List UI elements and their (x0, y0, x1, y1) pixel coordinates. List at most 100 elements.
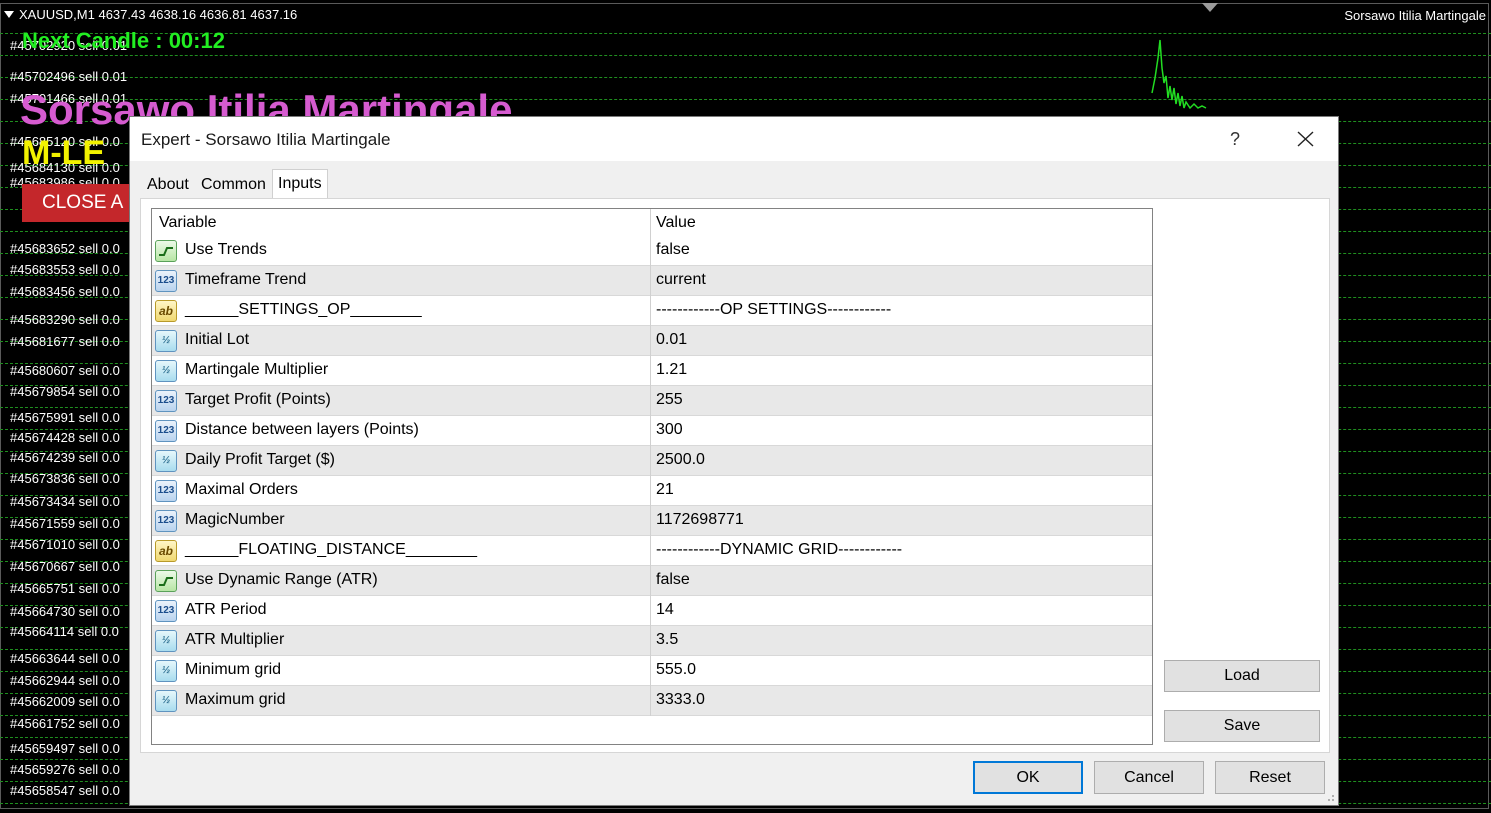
tab-about[interactable]: About (142, 171, 194, 198)
double-type-icon: ½ (155, 690, 177, 712)
resize-grip-icon[interactable] (1325, 792, 1335, 802)
order-label: #45680607 sell 0.0 (10, 363, 120, 378)
input-value[interactable]: ------------DYNAMIC GRID------------ (656, 541, 902, 559)
input-variable-name: Maximum grid (185, 691, 286, 708)
input-row[interactable]: ½ Maximum grid 3333.0 (152, 686, 1152, 716)
double-type-icon: ½ (155, 630, 177, 652)
input-value[interactable]: 14 (656, 601, 674, 619)
help-button[interactable]: ? (1220, 127, 1250, 151)
input-variable-name: Use Trends (185, 241, 267, 258)
order-label: #45659276 sell 0.0 (10, 762, 120, 777)
input-value[interactable]: 3.5 (656, 631, 678, 649)
order-label: #45683553 sell 0.0 (10, 262, 120, 277)
input-variable-name: ATR Multiplier (185, 631, 285, 648)
order-label: #45683652 sell 0.0 (10, 241, 120, 256)
expert-properties-dialog: Expert - Sorsawo Itilia Martingale ? Abo… (129, 116, 1339, 806)
input-variable-name: MagicNumber (185, 511, 285, 528)
integer-type-icon: 123 (155, 480, 177, 502)
input-value[interactable]: 0.01 (656, 331, 687, 349)
order-label: #45674428 sell 0.0 (10, 430, 120, 445)
input-variable-name: Distance between layers (Points) (185, 421, 419, 438)
close-icon[interactable] (1290, 125, 1320, 153)
integer-type-icon: 123 (155, 510, 177, 532)
order-label: #45671559 sell 0.0 (10, 516, 120, 531)
input-row[interactable]: 123 Distance between layers (Points) 300 (152, 416, 1152, 446)
input-variable-name: ATR Period (185, 601, 267, 618)
integer-type-icon: 123 (155, 600, 177, 622)
bool-type-icon (155, 570, 177, 592)
cancel-button[interactable]: Cancel (1094, 761, 1204, 794)
input-row[interactable]: Use Trends false (152, 236, 1152, 266)
input-variable-name: Initial Lot (185, 331, 250, 348)
order-label: #45683290 sell 0.0 (10, 312, 120, 327)
input-value[interactable]: ------------OP SETTINGS------------ (656, 301, 891, 319)
dialog-title: Expert - Sorsawo Itilia Martingale (141, 130, 391, 149)
input-row[interactable]: 123 MagicNumber 1172698771 (152, 506, 1152, 536)
input-row[interactable]: ½ Minimum grid 555.0 (152, 656, 1152, 686)
order-label: #45662944 sell 0.0 (10, 673, 120, 688)
order-label: #45664114 sell 0.0 (10, 624, 119, 639)
input-row[interactable]: ½ Initial Lot 0.01 (152, 326, 1152, 356)
column-header-variable[interactable]: Variable (159, 214, 217, 232)
input-row[interactable]: ½ ATR Multiplier 3.5 (152, 626, 1152, 656)
chart-shift-marker-icon[interactable] (1202, 3, 1218, 12)
triangle-down-icon[interactable] (4, 11, 14, 18)
input-variable-name: ______FLOATING_DISTANCE________ (185, 541, 478, 558)
double-type-icon: ½ (155, 330, 177, 352)
order-label: #45671010 sell 0.0 (10, 537, 120, 552)
order-label: #45679854 sell 0.0 (10, 384, 120, 399)
input-row[interactable]: 123 Timeframe Trend current (152, 266, 1152, 296)
input-variable-name: ______SETTINGS_OP________ (185, 301, 422, 318)
column-header-value[interactable]: Value (656, 214, 696, 232)
next-candle-timer: Next Candle : 00:12 (22, 28, 225, 53)
integer-type-icon: 123 (155, 270, 177, 292)
candles-icon (1151, 39, 1207, 110)
order-label: #45702496 sell 0.01 (10, 69, 128, 84)
input-variable-name: Timeframe Trend (185, 271, 307, 288)
tab-inputs[interactable]: Inputs (272, 169, 328, 199)
inputs-panel: Variable Value Use Trends false 123 Timefra… (140, 198, 1330, 753)
double-type-icon: ½ (155, 360, 177, 382)
input-row[interactable]: 123 ATR Period 14 (152, 596, 1152, 626)
column-divider[interactable] (650, 209, 651, 716)
order-label: #45673434 sell 0.0 (10, 494, 120, 509)
order-label: #45663644 sell 0.0 (10, 651, 120, 666)
input-value[interactable]: 3333.0 (656, 691, 705, 709)
integer-type-icon: 123 (155, 390, 177, 412)
inputs-table-header: Variable Value (152, 209, 1152, 236)
ok-button[interactable]: OK (973, 761, 1083, 794)
order-label: #45681677 sell 0.0 (10, 334, 120, 349)
inputs-table[interactable]: Variable Value Use Trends false 123 Timefra… (151, 208, 1153, 745)
input-value[interactable]: 300 (656, 421, 683, 439)
tab-common[interactable]: Common (196, 171, 271, 198)
save-button[interactable]: Save (1164, 710, 1320, 742)
input-row[interactable]: ½ Daily Profit Target ($) 2500.0 (152, 446, 1152, 476)
input-row[interactable]: ab ______FLOATING_DISTANCE________ -------… (152, 536, 1152, 566)
chart-symbol-line: XAUUSD,M1 4637.43 4638.16 4636.81 4637.1… (19, 7, 298, 22)
input-value[interactable]: 2500.0 (656, 451, 705, 469)
order-label: #45659497 sell 0.0 (10, 741, 120, 756)
input-row[interactable]: ab ______SETTINGS_OP________ ------------O… (152, 296, 1152, 326)
input-row[interactable]: Use Dynamic Range (ATR) false (152, 566, 1152, 596)
input-row[interactable]: 123 Target Profit (Points) 255 (152, 386, 1152, 416)
chart-gridline (0, 77, 1491, 78)
input-value[interactable]: 555.0 (656, 661, 696, 679)
chart-gridline (0, 55, 1491, 56)
input-value[interactable]: 21 (656, 481, 674, 499)
input-value[interactable]: false (656, 571, 690, 589)
input-value[interactable]: false (656, 241, 690, 259)
input-variable-name: Daily Profit Target ($) (185, 451, 335, 468)
input-value[interactable]: 1172698771 (656, 511, 744, 529)
input-variable-name: Minimum grid (185, 661, 282, 678)
double-type-icon: ½ (155, 450, 177, 472)
input-value[interactable]: 255 (656, 391, 683, 409)
reset-button[interactable]: Reset (1215, 761, 1325, 794)
input-row[interactable]: ½ Martingale Multiplier 1.21 (152, 356, 1152, 386)
input-variable-name: Target Profit (Points) (185, 391, 331, 408)
input-row[interactable]: 123 Maximal Orders 21 (152, 476, 1152, 506)
order-label: #45661752 sell 0.0 (10, 716, 120, 731)
dialog-titlebar[interactable]: Expert - Sorsawo Itilia Martingale ? (130, 117, 1338, 161)
input-value[interactable]: 1.21 (656, 361, 687, 379)
input-value[interactable]: current (656, 271, 706, 289)
load-button[interactable]: Load (1164, 660, 1320, 692)
